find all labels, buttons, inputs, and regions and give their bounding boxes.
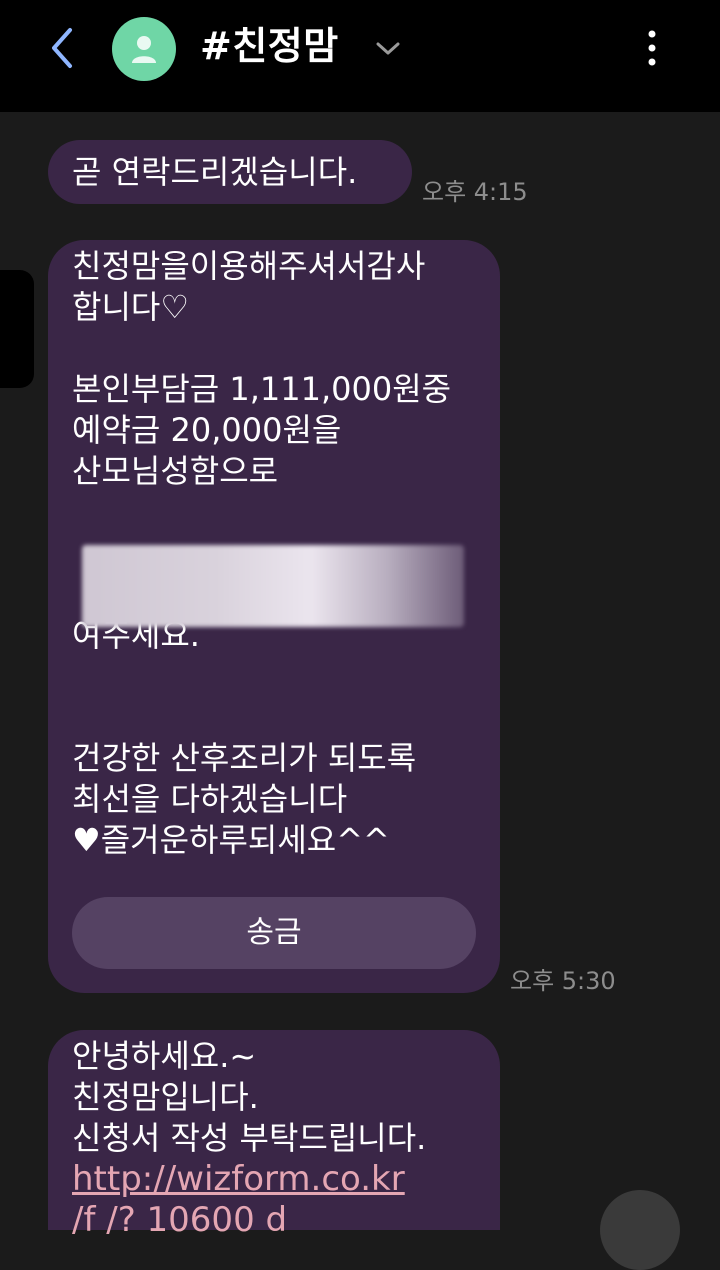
form-link-continued[interactable]: /f /? 10600 d [72,1200,482,1240]
avatar[interactable] [112,17,176,81]
more-menu-button[interactable] [632,24,672,72]
message-bubble[interactable]: 친정맘을이용해주셔서감사 합니다♡ 본인부담금 1,111,000원중 예약금 … [48,240,500,993]
message-bubble[interactable]: 안녕하세요.~ 친정맘입니다. 신청서 작성 부탁드립니다. http://wi… [48,1030,500,1240]
scroll-down-button[interactable] [600,1190,680,1270]
message-text: 안녕하세요.~ 친정맘입니다. 신청서 작성 부탁드립니다. [72,1037,427,1157]
transfer-button[interactable]: 송금 [72,897,476,969]
message-text: 곧 연락드리겠습니다. [72,153,358,191]
back-button[interactable] [40,22,84,74]
message-time: 오후 5:30 [510,967,616,995]
person-icon [132,36,156,63]
redaction-block [0,270,34,388]
chat-title[interactable]: #친정맘 [200,18,339,74]
chevron-down-icon[interactable] [374,36,402,60]
message-bubble[interactable]: 곧 연락드리겠습니다. [48,140,412,204]
chat-header: #친정맘 [0,0,720,112]
message-time: 오후 4:15 [422,178,528,206]
redacted-account-info [82,545,464,627]
more-vertical-icon [648,30,656,66]
form-link[interactable]: http://wizform.co.kr [72,1159,482,1201]
chevron-left-icon [52,28,72,68]
